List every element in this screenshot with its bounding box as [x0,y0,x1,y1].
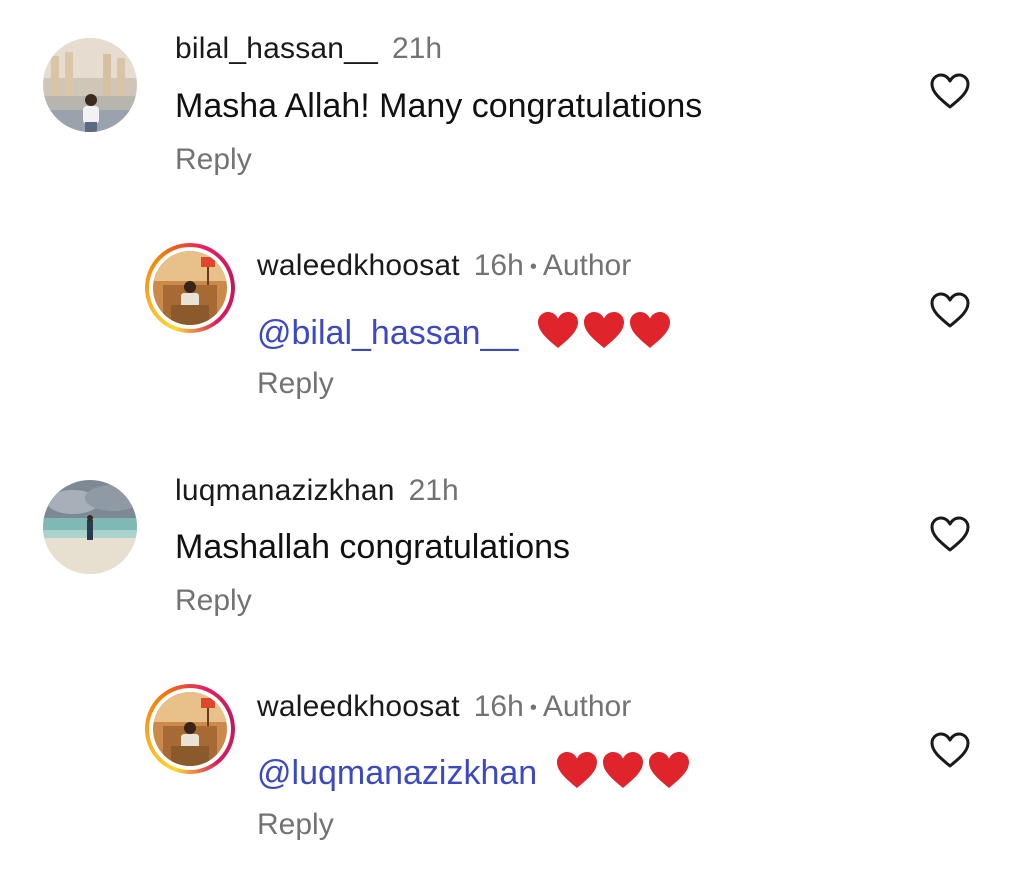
red-heart-emoji [583,312,624,348]
comment-text: Mashallah congratulations [175,528,571,566]
username[interactable]: waleedkhoosat [257,690,460,723]
reply-button[interactable]: Reply [257,807,334,843]
timestamp: 21h [391,32,443,65]
mention-link[interactable]: @bilal_hassan__ [257,314,518,352]
comment-text: @luqmanazizkhan [257,750,693,793]
author-badge: Author [542,690,632,723]
username[interactable]: waleedkhoosat [257,249,460,282]
heart-outline-icon[interactable] [929,731,971,769]
comment-text: @bilal_hassan__ [257,310,674,353]
avatar[interactable] [43,480,137,574]
reply-button[interactable]: Reply [175,142,252,178]
username[interactable]: bilal_hassan__ [175,32,378,65]
mention-link[interactable]: @luqmanazizkhan [257,754,537,792]
reply-button[interactable]: Reply [175,583,252,619]
avatar[interactable] [145,243,235,333]
username[interactable]: luqmanazizkhan [175,474,395,507]
emoji-group [547,752,692,792]
separator-dot: • [529,256,537,279]
comment-text: Masha Allah! Many congratulations [175,87,703,125]
author-badge: Author [542,249,632,282]
emoji-group [528,312,673,352]
timestamp: 16h [473,690,524,723]
red-heart-emoji [648,752,689,788]
avatar[interactable] [43,38,137,132]
comment-header: luqmanazizkhan 21h [175,473,459,509]
comment-header: waleedkhoosat 16h • Author [257,248,631,285]
timestamp: 16h [473,249,524,282]
red-heart-emoji [629,312,670,348]
timestamp: 21h [408,474,459,507]
heart-outline-icon[interactable] [929,291,971,329]
red-heart-emoji [556,752,597,788]
heart-outline-icon[interactable] [929,72,971,110]
separator-dot: • [529,697,537,720]
reply-button[interactable]: Reply [257,366,334,402]
comment-header: bilal_hassan__ 21h [175,31,442,67]
red-heart-emoji [602,752,643,788]
comment-header: waleedkhoosat 16h • Author [257,689,631,726]
red-heart-emoji [537,312,578,348]
avatar[interactable] [145,684,235,774]
heart-outline-icon[interactable] [929,515,971,553]
